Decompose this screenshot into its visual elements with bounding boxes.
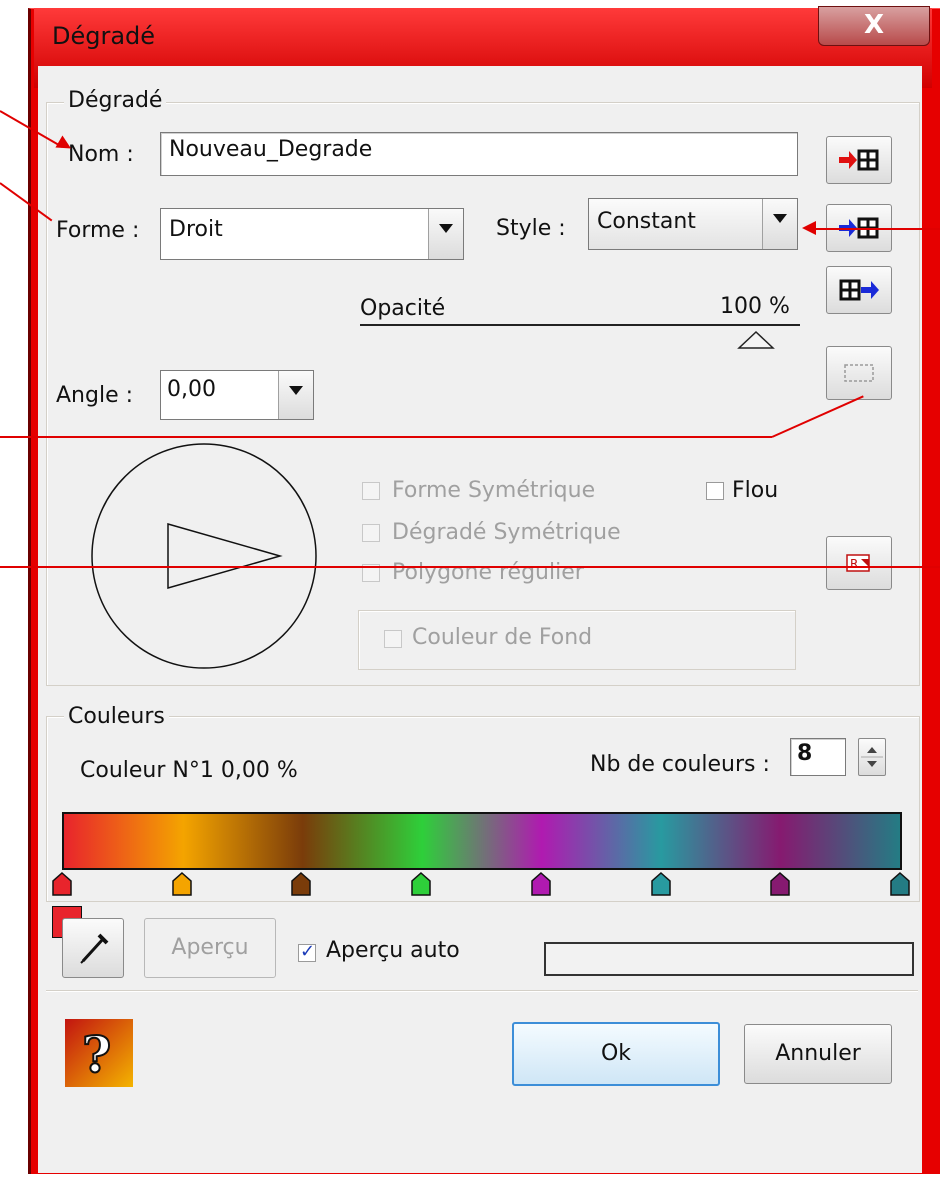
gradient-stop-marker[interactable] [650, 872, 671, 896]
help-icon[interactable]: ? [64, 1018, 134, 1088]
color-count-label: Nb de couleurs : [590, 752, 770, 777]
gradient-stop-marker[interactable] [411, 872, 431, 896]
gradient-stop-marker[interactable] [770, 872, 791, 896]
ok-button-label: Ok [600, 1041, 632, 1066]
direction-arrow-icon [167, 523, 283, 589]
chevron-down-icon[interactable] [428, 209, 463, 259]
eyedropper-button[interactable] [62, 918, 124, 978]
progress-bar [544, 942, 914, 976]
background-color-checkbox[interactable] [384, 630, 402, 648]
shape-value: Droit [169, 217, 223, 242]
annotation-line-rect [0, 436, 772, 438]
export-gradient-button[interactable] [826, 266, 892, 314]
opacity-slider-thumb[interactable] [737, 330, 775, 350]
gradient-stop-marker[interactable] [531, 872, 551, 896]
chevron-down-icon[interactable] [278, 371, 313, 419]
dashed-rect-icon [844, 364, 874, 382]
gradient-stop-marker[interactable] [52, 872, 72, 896]
preview-button[interactable]: Aperçu [144, 918, 276, 978]
current-color-label: Couleur N°1 0,00 % [80, 758, 298, 783]
svg-text:R: R [850, 557, 858, 571]
bottom-separator [46, 990, 918, 992]
auto-preview-label: Aperçu auto [326, 938, 460, 963]
reset-icon: R [846, 554, 870, 572]
shape-label: Forme : [56, 218, 140, 243]
auto-preview-checkbox[interactable] [298, 941, 316, 962]
annotation-line-reset [0, 566, 940, 568]
style-value: Constant [597, 209, 696, 234]
style-select[interactable]: Constant [588, 198, 798, 250]
angle-label: Angle : [56, 383, 134, 408]
reset-button[interactable]: R [826, 536, 892, 590]
preview-button-label: Aperçu [171, 935, 249, 960]
opacity-value: 100 % [720, 294, 790, 319]
export-icon [839, 279, 879, 301]
regular-polygon-label: Polygone régulier [392, 560, 584, 585]
gradient-stop-marker[interactable] [890, 872, 910, 896]
save-to-list-icon [839, 149, 879, 171]
annotation-arrowhead-style [802, 221, 816, 235]
opacity-slider-track[interactable] [360, 324, 800, 326]
selection-rect-button[interactable] [826, 346, 892, 400]
ok-button[interactable]: Ok [512, 1022, 720, 1086]
eyedropper-icon [80, 933, 109, 964]
save-gradient-button[interactable] [826, 136, 892, 184]
color-count-spinner[interactable] [858, 738, 886, 776]
colors-group-legend: Couleurs [64, 704, 169, 729]
name-input[interactable]: Nouveau_Degrade [160, 132, 798, 176]
gradient-stop-marker[interactable] [171, 872, 192, 896]
gradient-bar[interactable] [62, 812, 902, 870]
cancel-button[interactable]: Annuler [744, 1024, 892, 1084]
blur-checkbox[interactable] [706, 482, 724, 500]
chevron-down-icon[interactable] [762, 199, 797, 249]
symmetric-shape-label: Forme Symétrique [392, 478, 596, 503]
symmetric-gradient-checkbox[interactable] [362, 524, 380, 542]
gradient-group-legend: Dégradé [64, 88, 167, 113]
spinner-arrows-icon [861, 747, 883, 767]
style-label: Style : [496, 216, 566, 241]
angle-select[interactable]: 0,00 [160, 370, 314, 420]
symmetric-gradient-label: Dégradé Symétrique [392, 520, 621, 545]
blur-label: Flou [732, 478, 779, 503]
color-count-input[interactable]: 8 [790, 738, 846, 776]
svg-text:?: ? [82, 1025, 111, 1084]
name-label: Nom : [68, 142, 134, 167]
shape-preview-circle[interactable] [88, 440, 320, 672]
close-button[interactable]: X [818, 6, 930, 46]
shape-select[interactable]: Droit [160, 208, 464, 260]
annotation-arrow-style [806, 228, 940, 230]
symmetric-shape-checkbox[interactable] [362, 482, 380, 500]
angle-value: 0,00 [167, 377, 216, 402]
cancel-button-label: Annuler [775, 1041, 861, 1066]
gradient-stop-marker[interactable] [291, 872, 312, 896]
opacity-label: Opacité [360, 296, 446, 321]
background-color-label: Couleur de Fond [412, 625, 593, 650]
window-title: Dégradé [52, 22, 156, 50]
